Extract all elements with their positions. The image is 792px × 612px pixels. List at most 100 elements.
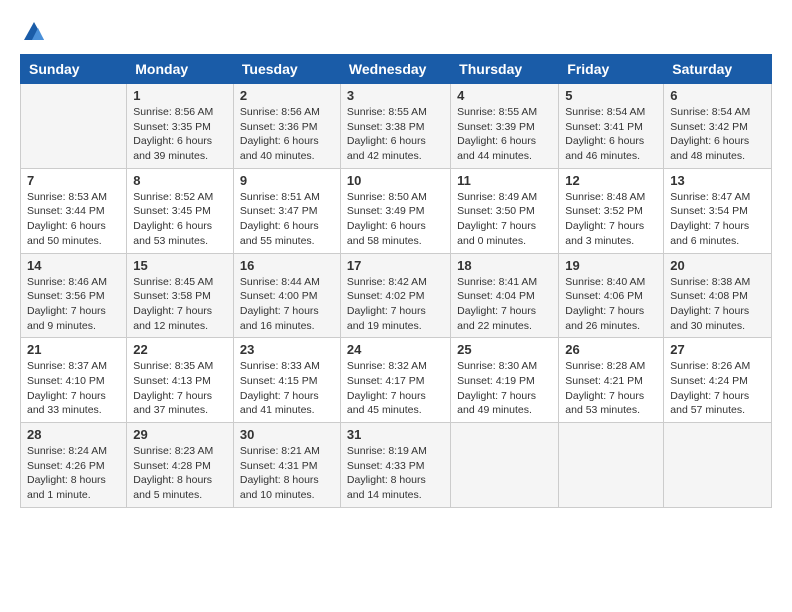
day-number: 20 xyxy=(670,258,765,273)
day-info: Sunrise: 8:38 AMSunset: 4:08 PMDaylight:… xyxy=(670,275,765,334)
day-number: 14 xyxy=(27,258,120,273)
day-number: 17 xyxy=(347,258,444,273)
calendar-cell: 15 Sunrise: 8:45 AMSunset: 3:58 PMDayligh… xyxy=(127,253,234,338)
day-number: 27 xyxy=(670,342,765,357)
page-header xyxy=(20,20,772,44)
calendar-week-row: 21 Sunrise: 8:37 AMSunset: 4:10 PMDayligh… xyxy=(21,338,772,423)
day-info: Sunrise: 8:54 AMSunset: 3:41 PMDaylight:… xyxy=(565,105,657,164)
calendar-cell: 20 Sunrise: 8:38 AMSunset: 4:08 PMDayligh… xyxy=(664,253,772,338)
day-number: 8 xyxy=(133,173,227,188)
day-info: Sunrise: 8:56 AMSunset: 3:35 PMDaylight:… xyxy=(133,105,227,164)
calendar-cell: 29 Sunrise: 8:23 AMSunset: 4:28 PMDayligh… xyxy=(127,423,234,508)
calendar-cell: 24 Sunrise: 8:32 AMSunset: 4:17 PMDayligh… xyxy=(340,338,450,423)
calendar-week-row: 7Sunrise: 8:53 AMSunset: 3:44 PMDaylight… xyxy=(21,168,772,253)
day-of-week-header: Thursday xyxy=(451,55,559,84)
calendar-cell: 25 Sunrise: 8:30 AMSunset: 4:19 PMDayligh… xyxy=(451,338,559,423)
day-number: 30 xyxy=(240,427,334,442)
day-number: 6 xyxy=(670,88,765,103)
day-info: Sunrise: 8:56 AMSunset: 3:36 PMDaylight:… xyxy=(240,105,334,164)
day-number: 25 xyxy=(457,342,552,357)
day-info: Sunrise: 8:41 AMSunset: 4:04 PMDaylight:… xyxy=(457,275,552,334)
day-number: 12 xyxy=(565,173,657,188)
calendar-cell: 2 Sunrise: 8:56 AMSunset: 3:36 PMDaylight… xyxy=(233,84,340,169)
calendar-cell: 18Sunrise: 8:41 AMSunset: 4:04 PMDayligh… xyxy=(451,253,559,338)
day-info: Sunrise: 8:44 AMSunset: 4:00 PMDaylight:… xyxy=(240,275,334,334)
day-number: 21 xyxy=(27,342,120,357)
day-info: Sunrise: 8:54 AMSunset: 3:42 PMDaylight:… xyxy=(670,105,765,164)
day-of-week-header: Tuesday xyxy=(233,55,340,84)
day-info: Sunrise: 8:28 AMSunset: 4:21 PMDaylight:… xyxy=(565,359,657,418)
calendar-cell: 16 Sunrise: 8:44 AMSunset: 4:00 PMDayligh… xyxy=(233,253,340,338)
calendar-cell: 8 Sunrise: 8:52 AMSunset: 3:45 PMDaylight… xyxy=(127,168,234,253)
day-of-week-header: Saturday xyxy=(664,55,772,84)
day-info: Sunrise: 8:24 AMSunset: 4:26 PMDaylight:… xyxy=(27,444,120,503)
day-number: 19 xyxy=(565,258,657,273)
calendar-week-row: 28 Sunrise: 8:24 AMSunset: 4:26 PMDayligh… xyxy=(21,423,772,508)
calendar-table: SundayMondayTuesdayWednesdayThursdayFrid… xyxy=(20,54,772,508)
day-number: 15 xyxy=(133,258,227,273)
day-number: 9 xyxy=(240,173,334,188)
calendar-cell: 17 Sunrise: 8:42 AMSunset: 4:02 PMDayligh… xyxy=(340,253,450,338)
day-number: 16 xyxy=(240,258,334,273)
day-number: 31 xyxy=(347,427,444,442)
day-info: Sunrise: 8:35 AMSunset: 4:13 PMDaylight:… xyxy=(133,359,227,418)
day-number: 13 xyxy=(670,173,765,188)
day-info: Sunrise: 8:55 AMSunset: 3:39 PMDaylight:… xyxy=(457,105,552,164)
day-number: 7 xyxy=(27,173,120,188)
calendar-cell: 3Sunrise: 8:55 AMSunset: 3:38 PMDaylight… xyxy=(340,84,450,169)
day-info: Sunrise: 8:37 AMSunset: 4:10 PMDaylight:… xyxy=(27,359,120,418)
calendar-header-row: SundayMondayTuesdayWednesdayThursdayFrid… xyxy=(21,55,772,84)
day-info: Sunrise: 8:45 AMSunset: 3:58 PMDaylight:… xyxy=(133,275,227,334)
calendar-cell: 12 Sunrise: 8:48 AMSunset: 3:52 PMDayligh… xyxy=(559,168,664,253)
calendar-cell: 23 Sunrise: 8:33 AMSunset: 4:15 PMDayligh… xyxy=(233,338,340,423)
day-info: Sunrise: 8:30 AMSunset: 4:19 PMDaylight:… xyxy=(457,359,552,418)
calendar-cell: 11Sunrise: 8:49 AMSunset: 3:50 PMDayligh… xyxy=(451,168,559,253)
day-of-week-header: Friday xyxy=(559,55,664,84)
calendar-cell: 30 Sunrise: 8:21 AMSunset: 4:31 PMDayligh… xyxy=(233,423,340,508)
calendar-cell: 19 Sunrise: 8:40 AMSunset: 4:06 PMDayligh… xyxy=(559,253,664,338)
calendar-cell: 22Sunrise: 8:35 AMSunset: 4:13 PMDayligh… xyxy=(127,338,234,423)
day-of-week-header: Monday xyxy=(127,55,234,84)
calendar-cell: 6 Sunrise: 8:54 AMSunset: 3:42 PMDaylight… xyxy=(664,84,772,169)
day-info: Sunrise: 8:46 AMSunset: 3:56 PMDaylight:… xyxy=(27,275,120,334)
day-of-week-header: Sunday xyxy=(21,55,127,84)
day-number: 24 xyxy=(347,342,444,357)
day-info: Sunrise: 8:21 AMSunset: 4:31 PMDaylight:… xyxy=(240,444,334,503)
day-number: 28 xyxy=(27,427,120,442)
day-number: 2 xyxy=(240,88,334,103)
day-info: Sunrise: 8:42 AMSunset: 4:02 PMDaylight:… xyxy=(347,275,444,334)
calendar-cell: 28 Sunrise: 8:24 AMSunset: 4:26 PMDayligh… xyxy=(21,423,127,508)
day-number: 11 xyxy=(457,173,552,188)
day-number: 26 xyxy=(565,342,657,357)
day-info: Sunrise: 8:33 AMSunset: 4:15 PMDaylight:… xyxy=(240,359,334,418)
day-of-week-header: Wednesday xyxy=(340,55,450,84)
day-number: 23 xyxy=(240,342,334,357)
calendar-cell: 21 Sunrise: 8:37 AMSunset: 4:10 PMDayligh… xyxy=(21,338,127,423)
day-info: Sunrise: 8:52 AMSunset: 3:45 PMDaylight:… xyxy=(133,190,227,249)
day-info: Sunrise: 8:51 AMSunset: 3:47 PMDaylight:… xyxy=(240,190,334,249)
day-info: Sunrise: 8:23 AMSunset: 4:28 PMDaylight:… xyxy=(133,444,227,503)
day-number: 5 xyxy=(565,88,657,103)
day-number: 29 xyxy=(133,427,227,442)
calendar-cell: 26 Sunrise: 8:28 AMSunset: 4:21 PMDayligh… xyxy=(559,338,664,423)
calendar-cell: 31Sunrise: 8:19 AMSunset: 4:33 PMDayligh… xyxy=(340,423,450,508)
calendar-cell: 27Sunrise: 8:26 AMSunset: 4:24 PMDayligh… xyxy=(664,338,772,423)
day-number: 3 xyxy=(347,88,444,103)
calendar-cell xyxy=(21,84,127,169)
calendar-week-row: 1Sunrise: 8:56 AMSunset: 3:35 PMDaylight… xyxy=(21,84,772,169)
day-info: Sunrise: 8:32 AMSunset: 4:17 PMDaylight:… xyxy=(347,359,444,418)
day-info: Sunrise: 8:47 AMSunset: 3:54 PMDaylight:… xyxy=(670,190,765,249)
day-info: Sunrise: 8:50 AMSunset: 3:49 PMDaylight:… xyxy=(347,190,444,249)
calendar-cell xyxy=(451,423,559,508)
calendar-cell: 10 Sunrise: 8:50 AMSunset: 3:49 PMDayligh… xyxy=(340,168,450,253)
logo-icon xyxy=(22,20,46,44)
day-number: 10 xyxy=(347,173,444,188)
calendar-cell xyxy=(559,423,664,508)
calendar-cell: 7Sunrise: 8:53 AMSunset: 3:44 PMDaylight… xyxy=(21,168,127,253)
day-info: Sunrise: 8:40 AMSunset: 4:06 PMDaylight:… xyxy=(565,275,657,334)
day-info: Sunrise: 8:48 AMSunset: 3:52 PMDaylight:… xyxy=(565,190,657,249)
calendar-cell: 13 Sunrise: 8:47 AMSunset: 3:54 PMDayligh… xyxy=(664,168,772,253)
day-number: 4 xyxy=(457,88,552,103)
calendar-cell: 14 Sunrise: 8:46 AMSunset: 3:56 PMDayligh… xyxy=(21,253,127,338)
calendar-week-row: 14 Sunrise: 8:46 AMSunset: 3:56 PMDayligh… xyxy=(21,253,772,338)
